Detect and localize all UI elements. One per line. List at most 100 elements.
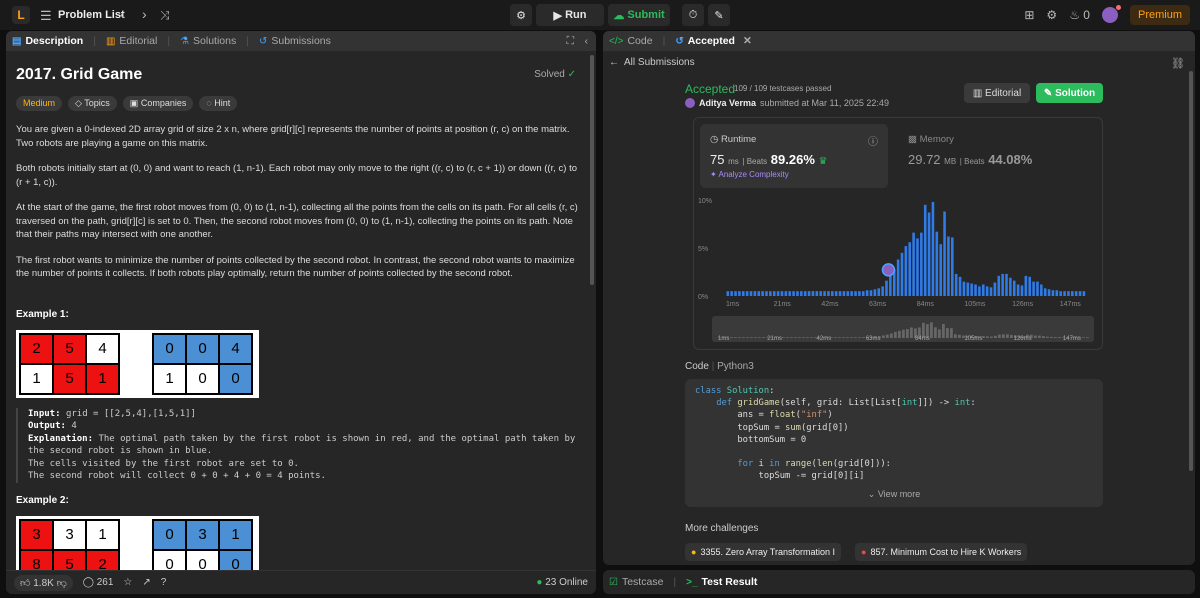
leetcode-logo-icon[interactable]: L — [12, 6, 30, 24]
chart-bar — [772, 291, 776, 296]
info-icon[interactable]: ⓘ — [868, 133, 878, 148]
chart-bar — [923, 204, 927, 296]
tab-solutions[interactable]: ⚗ Solutions — [180, 35, 236, 47]
tab-test-result[interactable]: >_ Test Result — [686, 576, 757, 588]
minimap-bar — [1082, 337, 1085, 338]
debug-icon[interactable]: ⚙ — [510, 4, 532, 26]
runtime-card[interactable]: ◷ Runtime ⓘ 75 ms | Beats 89.26% ♛ ✦ Ana… — [700, 124, 888, 188]
problem-list-link[interactable]: Problem List — [58, 9, 125, 21]
grid-cell: 5 — [53, 363, 86, 394]
code-block[interactable]: class Solution: def gridGame(self, grid:… — [685, 379, 1103, 507]
all-submissions-link[interactable]: ← All Submissions — [609, 57, 695, 68]
chart-bar — [1009, 277, 1012, 296]
tab-description[interactable]: ▤ Description — [12, 35, 83, 47]
code-line: topSum = sum(grid[0]) — [695, 422, 849, 433]
chart-bar — [1024, 275, 1028, 296]
challenge-link[interactable]: ● 3355. Zero Array Transformation I — [685, 543, 841, 561]
minimap-bar — [930, 322, 933, 338]
tab-code[interactable]: </> Code — [609, 35, 653, 47]
grid-cell: 4 — [219, 333, 252, 364]
comments-button[interactable]: ◯ 261 — [83, 577, 114, 588]
left-footer: 👍︎ 1.8K 👎︎ ◯ 261 ☆ ↗ ? ● 23 Online — [6, 570, 596, 594]
minimap-bar — [834, 337, 837, 338]
chart-bar — [935, 231, 939, 296]
analyze-complexity-link[interactable]: ✦ Analyze Complexity — [710, 170, 789, 179]
solution-button[interactable]: ✎ Solution — [1036, 83, 1103, 103]
minimap-bar — [998, 334, 1001, 338]
layout-icon[interactable]: ⊞ — [1024, 8, 1034, 22]
premium-button[interactable]: Premium — [1129, 5, 1190, 25]
grid-right: 004100 — [152, 332, 253, 395]
thumb-up-icon: 👍︎ — [20, 577, 31, 589]
flask-icon: ⚗ — [180, 35, 190, 47]
minimap-bar — [890, 333, 893, 338]
left-tab-bar: ▤ Description | ▥ Editorial | ⚗ Solutions |… — [6, 31, 596, 51]
close-icon[interactable]: ✕ — [743, 35, 752, 47]
chart-bar — [1036, 281, 1039, 296]
x-tick-label: 84ms — [917, 301, 935, 308]
tab-testcase[interactable]: ☑ Testcase — [609, 576, 663, 588]
streak-counter[interactable]: ♨ 0 — [1069, 8, 1090, 22]
thumb-down-icon: 👎︎ — [56, 577, 67, 589]
chart-bar — [920, 232, 923, 296]
settings-icon[interactable]: ⚙ — [1046, 8, 1057, 22]
prev-problem-icon[interactable]: ‹ — [120, 6, 125, 22]
memory-card[interactable]: ▩ Memory 29.72 MB | Beats 44.08% — [908, 124, 1088, 188]
hint-chip[interactable]: ◌ Hint — [199, 96, 238, 111]
notes-icon[interactable]: ✎ — [708, 4, 730, 26]
next-problem-icon[interactable]: › — [142, 6, 147, 22]
run-button[interactable]: ▶ Run — [536, 4, 604, 26]
chart-bar — [962, 281, 966, 296]
star-icon[interactable]: ☆ — [123, 577, 132, 588]
right-tab-bar: </> Code | ↺ Accepted ✕ — [603, 31, 1195, 51]
companies-chip[interactable]: ▣ Companies — [122, 96, 194, 111]
tab-editorial[interactable]: ▥ Editorial — [106, 35, 157, 47]
description-panel: ▤ Description | ▥ Editorial | ⚗ Solutions |… — [6, 31, 596, 594]
chart-bar — [1047, 289, 1051, 296]
collapse-icon[interactable]: ‹ — [585, 35, 589, 47]
code-label: Code | Python3 — [685, 361, 754, 372]
runtime-label: ◷ Runtime — [710, 134, 757, 145]
chart-bar — [858, 291, 861, 296]
minimap-tick-label: 126ms — [1014, 336, 1032, 342]
chart-bar — [842, 291, 846, 296]
chart-bar — [889, 275, 892, 296]
scrollbar[interactable] — [590, 55, 594, 285]
tab-submissions[interactable]: ↺ Submissions — [259, 35, 331, 47]
chart-bar — [741, 291, 745, 296]
minimap-bar — [990, 336, 993, 338]
problem-title[interactable]: 2017. Grid Game — [16, 66, 582, 84]
submit-button[interactable]: ☁ Submit — [608, 4, 670, 26]
timer-icon[interactable]: ⏱ — [682, 4, 704, 26]
editorial-button[interactable]: ▥ Editorial — [964, 83, 1030, 103]
tab-accepted[interactable]: ↺ Accepted ✕ — [675, 35, 751, 47]
chart-bar — [850, 291, 853, 296]
maximize-icon[interactable]: ⛶ — [567, 35, 574, 48]
minimap-bar — [1002, 334, 1005, 338]
help-icon[interactable]: ? — [161, 577, 167, 588]
chart-bar — [927, 212, 931, 296]
link-icon[interactable]: ⛓ — [1171, 57, 1185, 70]
problem-paragraph-3: At the start of the game, the first robo… — [16, 202, 578, 240]
x-tick-label: 1ms — [726, 301, 740, 308]
minimap-bar — [898, 330, 901, 338]
challenge-link[interactable]: ● 857. Minimum Cost to Hire K Workers — [855, 543, 1028, 561]
shuffle-icon[interactable]: ⤨ — [160, 8, 170, 23]
like-button[interactable]: 👍︎ 1.8K 👎︎ — [14, 574, 73, 591]
minimap-bar — [798, 337, 801, 338]
list-icon[interactable]: ☰ — [40, 8, 52, 24]
chart-bar — [954, 273, 958, 296]
minimap-bar — [734, 337, 737, 338]
runtime-distribution-chart[interactable]: 10% 5% 0% 1ms 21ms 42ms 63ms 84ms 105ms 126ms 147m… — [694, 188, 1102, 350]
scrollbar[interactable] — [1189, 71, 1193, 471]
view-more-button[interactable]: ⌄ View more — [685, 489, 1103, 500]
x-tick-label: 105ms — [964, 301, 986, 308]
example-2-title: Example 2: — [16, 494, 69, 506]
testcases-passed: 109 / 109 testcases passed — [734, 84, 832, 93]
chart-bar — [807, 291, 811, 296]
grid-cell: 3 — [186, 519, 219, 550]
chart-bar — [885, 280, 888, 296]
topics-chip[interactable]: ◇ Topics — [68, 96, 117, 111]
avatar[interactable] — [1101, 5, 1121, 23]
share-icon[interactable]: ↗ — [142, 577, 150, 588]
